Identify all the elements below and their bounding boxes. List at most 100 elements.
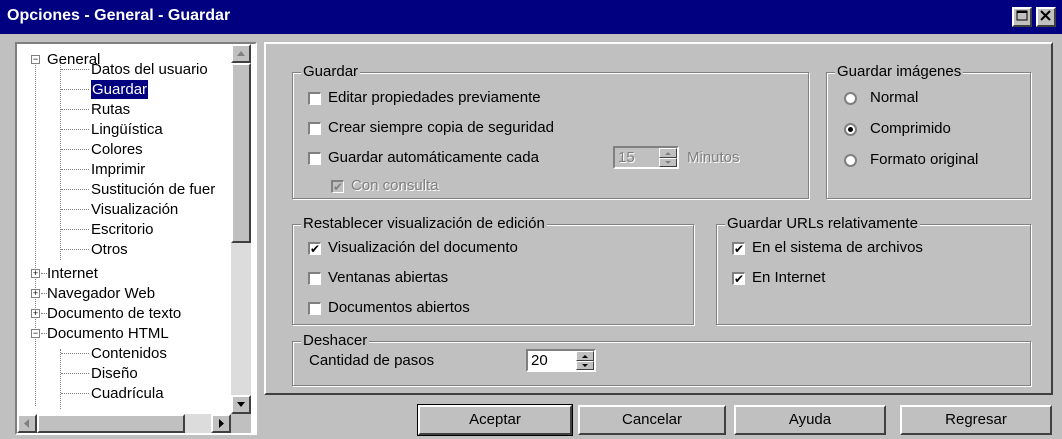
tree-connector (61, 249, 89, 250)
scroll-up-button[interactable] (231, 44, 251, 63)
normal-radio[interactable] (844, 92, 857, 105)
tree-connector (61, 129, 89, 130)
guardar-urls-legend: Guardar URLs relativamente (725, 215, 920, 233)
minutos-up-button[interactable] (659, 148, 677, 158)
spinner-buttons (659, 148, 677, 167)
tree-item-cuadricula[interactable]: Cuadrícula (91, 384, 164, 403)
tree-item-imprimir[interactable]: Imprimir (91, 160, 145, 179)
tree-item-otros[interactable]: Otros (91, 240, 128, 259)
tree-item-visualizacion[interactable]: Visualización (91, 200, 178, 219)
tree-item-documento-html[interactable]: Documento HTML (47, 324, 169, 343)
tree-connector (61, 149, 89, 150)
tree-connector (61, 169, 89, 170)
aceptar-button[interactable]: Aceptar (417, 404, 573, 436)
formato-original-label: Formato original (870, 151, 979, 168)
visualizacion-documento-checkbox[interactable] (308, 240, 321, 258)
minutos-value: 15 (618, 149, 635, 166)
tree-list: − General Datos del usuario Guardar Ruta… (17, 44, 231, 414)
title-bar[interactable]: Opciones - General - Guardar (0, 0, 1062, 34)
con-consulta-label: Con consulta (351, 177, 439, 194)
minutos-label: Minutos (687, 149, 740, 166)
spinner-buttons (576, 351, 594, 370)
deshacer-group: Deshacer Cantidad de pasos 20 (292, 332, 1031, 386)
cantidad-pasos-value: 20 (531, 352, 548, 369)
crear-copia-label: Crear siempre copia de seguridad (328, 119, 554, 136)
tree-item-guardar[interactable]: Guardar (89, 79, 150, 100)
guardar-legend: Guardar (301, 63, 361, 81)
tree-item-internet[interactable]: Internet (47, 264, 98, 283)
guardar-urls-group: Guardar URLs relativamente En el sistema… (716, 215, 1031, 325)
tree-general-children-line (60, 62, 61, 260)
editar-propiedades-label: Editar propiedades previamente (328, 89, 541, 106)
scroll-right-button[interactable] (211, 414, 231, 433)
tree-item-datos-usuario[interactable]: Datos del usuario (91, 60, 208, 79)
editar-propiedades-checkbox[interactable] (308, 92, 321, 105)
ayuda-button[interactable]: Ayuda (734, 405, 886, 435)
tree-connector (61, 229, 89, 230)
guardar-auto-checkbox[interactable] (308, 152, 321, 165)
regresar-button[interactable]: Regresar (900, 405, 1052, 435)
crear-copia-checkbox[interactable] (308, 122, 321, 135)
tree-html-children-line (60, 349, 61, 409)
guardar-group: Guardar Editar propiedades previamente C… (292, 63, 809, 199)
minutos-spinner[interactable]: 15 (613, 146, 679, 169)
tree-connector (61, 69, 89, 70)
expand-navegador-icon[interactable]: + (31, 289, 40, 298)
tree-item-diseno[interactable]: Diseño (91, 364, 138, 383)
options-dialog: Opciones - General - Guardar − General D… (0, 0, 1062, 439)
comprimido-radio[interactable] (844, 123, 857, 136)
tree-item-rutas[interactable]: Rutas (91, 100, 130, 119)
sistema-archivos-label: En el sistema de archivos (752, 239, 923, 256)
sistema-archivos-checkbox[interactable] (732, 240, 745, 258)
tree-item-documento-texto[interactable]: Documento de texto (47, 304, 181, 323)
cantidad-pasos-spinner[interactable]: 20 (526, 349, 596, 372)
scroll-thumb[interactable] (231, 63, 251, 243)
arrow-left-icon (24, 419, 29, 428)
tree-vertical-scrollbar[interactable] (231, 44, 251, 414)
window-title: Opciones - General - Guardar (7, 7, 231, 24)
tree-item-navegador-web[interactable]: Navegador Web (47, 284, 155, 303)
cancelar-button[interactable]: Cancelar (578, 405, 726, 435)
tree-connector (61, 89, 89, 90)
restablecer-group: Restablecer visualización de edición Vis… (292, 215, 694, 325)
cantidad-pasos-label: Cantidad de pasos (309, 352, 435, 369)
guardar-imagenes-legend: Guardar imágenes (835, 63, 964, 81)
spin-up-icon (665, 152, 671, 155)
tree-item-linguistica[interactable]: Lingüística (91, 120, 163, 139)
expand-internet-icon[interactable]: + (31, 269, 40, 278)
tree-connector (61, 393, 89, 394)
arrow-right-icon (219, 419, 224, 428)
close-button[interactable] (1036, 7, 1056, 27)
ventanas-abiertas-label: Ventanas abiertas (328, 269, 449, 286)
formato-original-radio[interactable] (844, 154, 857, 167)
horizontal-scroll-thumb[interactable] (37, 414, 185, 433)
arrow-down-icon (237, 402, 245, 407)
scroll-down-button[interactable] (231, 395, 251, 414)
tree-item-escritorio[interactable]: Escritorio (91, 220, 154, 239)
expand-documento-texto-icon[interactable]: + (31, 309, 40, 318)
tree-item-colores[interactable]: Colores (91, 140, 143, 159)
settings-panel: Guardar Editar propiedades previamente C… (264, 42, 1053, 395)
guardar-imagenes-group: Guardar imágenes Normal Comprimido Forma… (826, 63, 1031, 199)
collapse-documento-html-icon[interactable]: − (31, 329, 40, 338)
guardar-auto-label: Guardar automáticamente cada (328, 149, 539, 166)
tree-item-contenidos[interactable]: Contenidos (91, 344, 167, 363)
minutos-down-button[interactable] (659, 158, 677, 167)
en-internet-label: En Internet (752, 269, 826, 286)
comprimido-label: Comprimido (870, 120, 951, 137)
scroll-left-button[interactable] (17, 414, 37, 433)
tree-item-sustitucion[interactable]: Sustitución de fuer (91, 180, 215, 199)
pasos-up-button[interactable] (576, 351, 594, 361)
spin-down-icon (665, 161, 671, 164)
arrow-up-icon (237, 51, 245, 56)
options-tree[interactable]: − General Datos del usuario Guardar Ruta… (15, 42, 257, 435)
collapse-general-icon[interactable]: − (31, 55, 40, 64)
en-internet-checkbox[interactable] (732, 270, 745, 288)
pasos-down-button[interactable] (576, 361, 594, 370)
tree-connector (61, 189, 89, 190)
maximize-button[interactable] (1012, 7, 1032, 27)
ventanas-abiertas-checkbox[interactable] (308, 272, 321, 285)
documentos-abiertos-checkbox[interactable] (308, 302, 321, 315)
tree-horizontal-scrollbar[interactable] (17, 414, 231, 433)
tree-connector (61, 209, 89, 210)
